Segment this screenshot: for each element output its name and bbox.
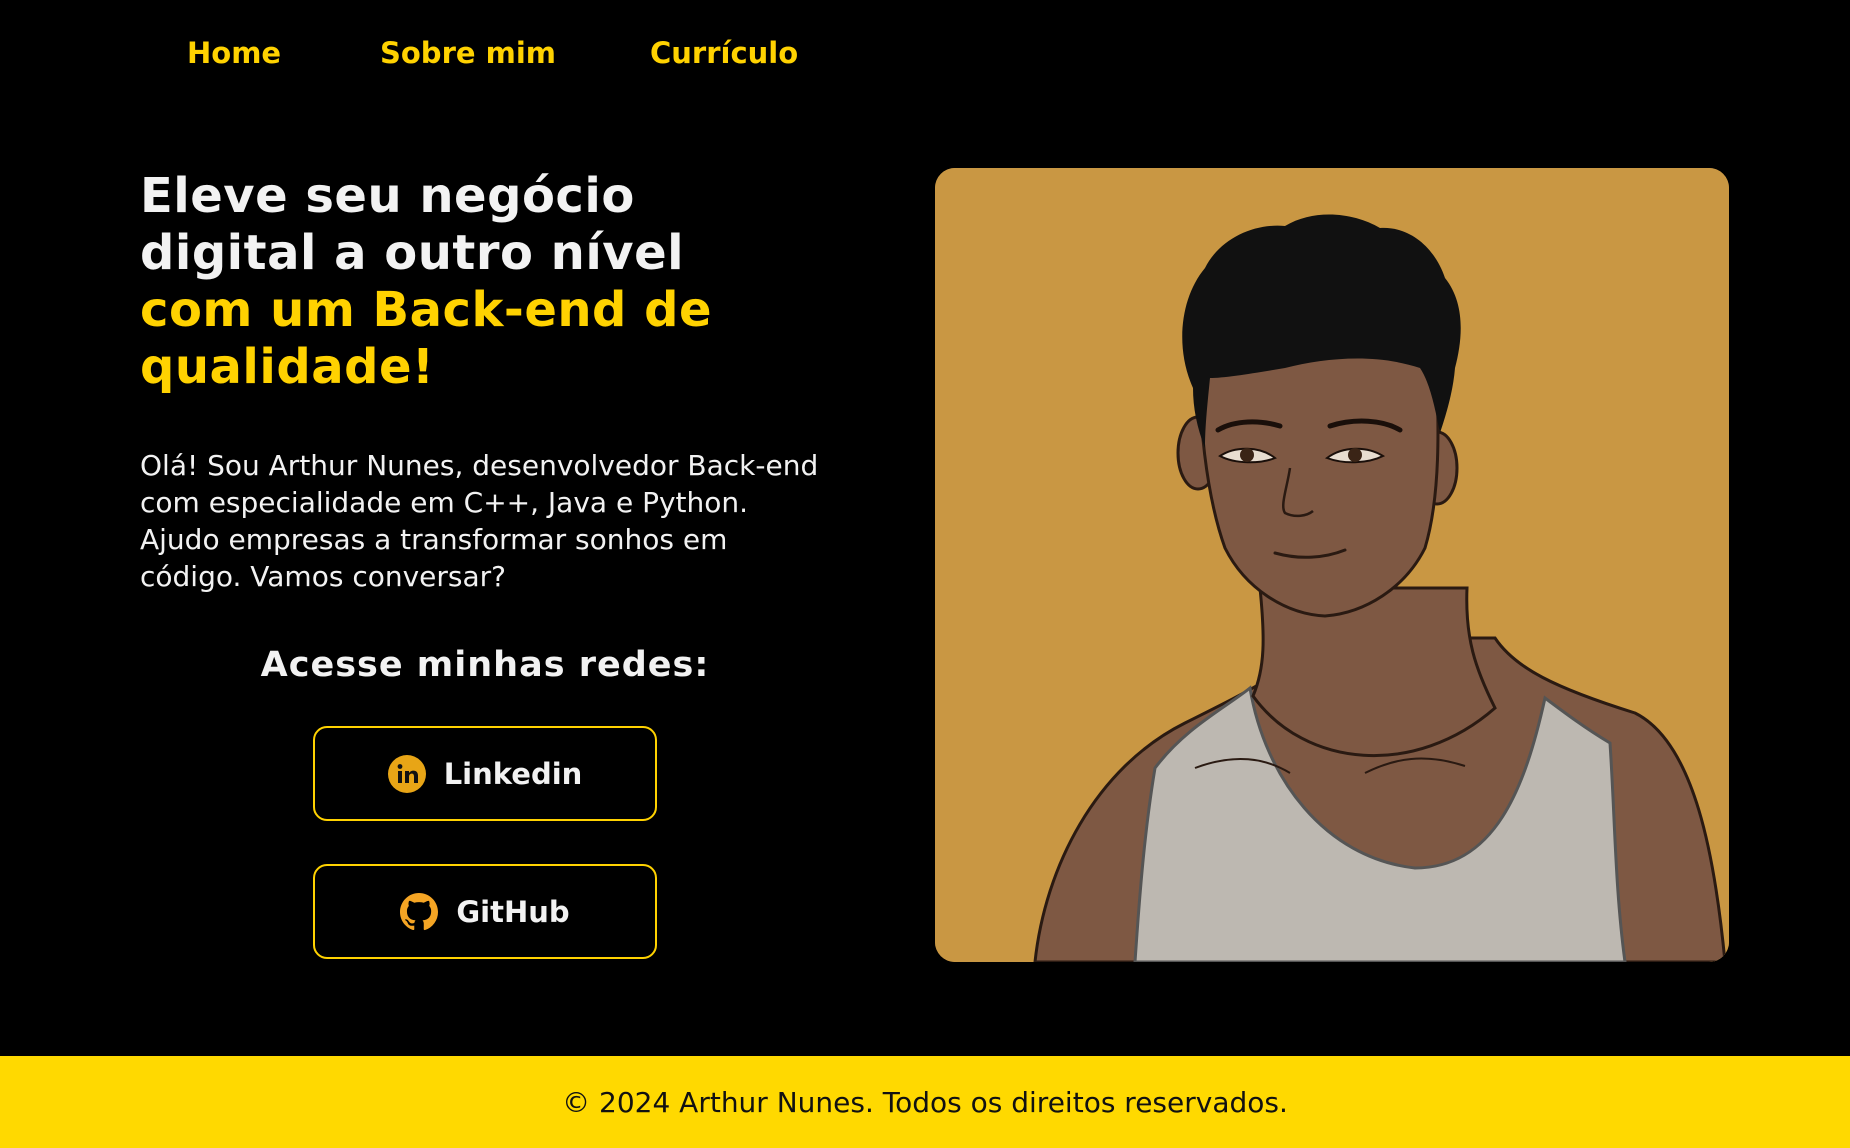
headline-line-3: com um Back-end de	[140, 282, 713, 338]
hero-intro-text: Olá! Sou Arthur Nunes, desenvolvedor Bac…	[140, 449, 819, 593]
footer-copyright: © 2024 Arthur Nunes. Todos os direitos r…	[562, 1085, 1288, 1119]
github-button-label: GitHub	[456, 894, 570, 929]
footer: © 2024 Arthur Nunes. Todos os direitos r…	[0, 1056, 1850, 1148]
linkedin-button[interactable]: Linkedin	[313, 726, 657, 821]
nav-about-link[interactable]: Sobre mim	[380, 36, 556, 70]
nav-resume-link[interactable]: Currículo	[650, 36, 798, 70]
social-title: Acesse minhas redes:	[260, 645, 710, 685]
github-icon	[400, 892, 439, 931]
linkedin-icon	[387, 754, 426, 793]
hero-headline: Eleve seu negócio digital a outro nível …	[140, 168, 820, 396]
github-button[interactable]: GitHub	[313, 864, 657, 959]
headline-line-2: digital a outro nível	[140, 225, 685, 281]
linkedin-button-label: Linkedin	[443, 756, 583, 791]
nav-home-link[interactable]: Home	[187, 36, 281, 70]
portrait-illustration	[935, 168, 1729, 962]
headline-line-4: qualidade!	[140, 339, 435, 395]
headline-line-1: Eleve seu negócio	[140, 168, 635, 224]
